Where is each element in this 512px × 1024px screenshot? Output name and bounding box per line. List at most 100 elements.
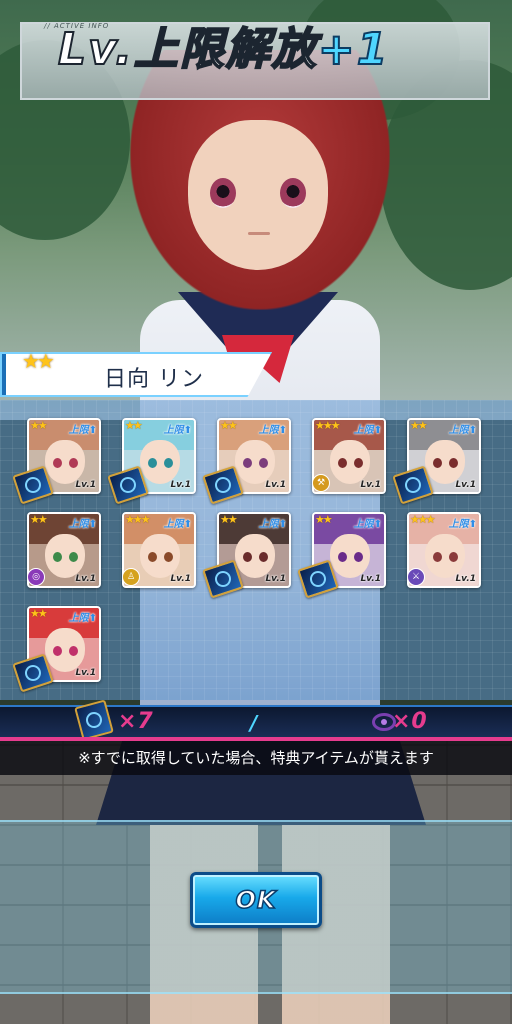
- character-card[interactable]: ★★★ 上限⬆ Lv.1 ⚔: [407, 512, 481, 588]
- card-portrait-eye: [449, 458, 458, 468]
- card-portrait-eye: [449, 552, 458, 562]
- card-level: Lv.1: [455, 574, 476, 584]
- card-portrait-eye: [243, 458, 252, 468]
- card-rarity-stars: ★★: [125, 419, 143, 432]
- card-portrait-face: [235, 440, 275, 484]
- item-count-bar: ×7 / ×0: [0, 699, 512, 741]
- arrow-up-icon: ⬆: [468, 519, 477, 530]
- limit-up-label: 上限: [68, 519, 89, 530]
- mouth: [248, 232, 270, 235]
- card-rarity-stars: ★★: [30, 607, 48, 620]
- card-portrait-face: [45, 628, 85, 672]
- card-rarity-stars: ★★★: [410, 513, 436, 526]
- title-main: Lv.上限解放: [57, 24, 318, 75]
- card-level: Lv.1: [75, 574, 96, 584]
- character-card[interactable]: ★★★ 上限⬆ Lv.1 ♙: [122, 512, 196, 588]
- ok-button[interactable]: OK: [190, 872, 322, 928]
- arrow-up-icon: ⬆: [278, 425, 287, 436]
- title-plus: +1: [317, 24, 390, 75]
- arrow-up-icon: ⬆: [373, 425, 382, 436]
- limit-up-label: 上限: [163, 425, 184, 436]
- arrow-up-icon: ⬆: [88, 425, 97, 436]
- limit-up-label: 上限: [163, 519, 184, 530]
- character-card[interactable]: ★★ 上限⬆ Lv.1: [297, 512, 386, 599]
- card-portrait-eye: [164, 552, 173, 562]
- card-portrait-eye: [243, 552, 252, 562]
- limit-up-badge: 上限⬆: [354, 421, 382, 436]
- card-level: Lv.1: [265, 480, 286, 490]
- card-portrait-eye: [53, 458, 62, 468]
- limit-up-badge: 上限⬆: [354, 515, 382, 530]
- limit-up-label: 上限: [353, 425, 374, 436]
- card-rarity-stars: ★★: [315, 513, 333, 526]
- character-card[interactable]: ★★ 上限⬆ Lv.1 ◎: [27, 512, 101, 588]
- card-level: Lv.1: [170, 574, 191, 584]
- limit-up-badge: 上限⬆: [164, 421, 192, 436]
- character-card[interactable]: ★★ 上限⬆ Lv.1: [107, 418, 196, 505]
- card-level: Lv.1: [360, 574, 381, 584]
- arrow-up-icon: ⬆: [88, 519, 97, 530]
- card-portrait-eye: [164, 458, 173, 468]
- arrow-up-icon: ⬆: [373, 519, 382, 530]
- slash-divider: /: [250, 711, 258, 735]
- target-icon: ◎: [27, 568, 45, 586]
- card-portrait-face: [235, 534, 275, 578]
- card-rarity-stars: ★★★: [315, 419, 341, 432]
- card-rarity-stars: ★★: [410, 419, 428, 432]
- card-portrait-face: [45, 534, 85, 578]
- card-portrait-face: [140, 534, 180, 578]
- limit-up-label: 上限: [258, 519, 279, 530]
- character-card[interactable]: ★★ 上限⬆ Lv.1: [392, 418, 481, 505]
- character-card[interactable]: ★★ 上限⬆ Lv.1: [12, 418, 101, 505]
- card-portrait-eye: [53, 646, 62, 656]
- book-icon: [74, 699, 114, 741]
- character-name: 日向 リン: [104, 367, 204, 392]
- bonus-note: ※すでに取得していた場合、特典アイテムが貰えます: [0, 741, 512, 775]
- card-portrait-eye: [354, 552, 363, 562]
- ok-button-label: OK: [235, 885, 277, 915]
- card-level: Lv.1: [170, 480, 191, 490]
- limit-up-badge: 上限⬆: [164, 515, 192, 530]
- arrow-up-icon: ⬆: [278, 519, 287, 530]
- page-title: Lv.上限解放+1: [57, 27, 389, 73]
- limit-up-label: 上限: [68, 425, 89, 436]
- limit-up-badge: 上限⬆: [259, 515, 287, 530]
- arrow-up-icon: ⬆: [183, 519, 192, 530]
- card-portrait-eye: [53, 552, 62, 562]
- limit-up-label: 上限: [448, 425, 469, 436]
- card-portrait-face: [140, 440, 180, 484]
- limit-up-badge: 上限⬆: [69, 609, 97, 624]
- limit-up-badge: 上限⬆: [449, 421, 477, 436]
- sword-icon: ⚔: [407, 568, 425, 586]
- arrow-up-icon: ⬆: [468, 425, 477, 436]
- arrow-up-icon: ⬆: [183, 425, 192, 436]
- character-card[interactable]: ★★ 上限⬆ Lv.1: [202, 512, 291, 599]
- card-portrait-eye: [148, 458, 157, 468]
- card-level: Lv.1: [75, 668, 96, 678]
- person-icon: ♙: [122, 568, 140, 586]
- limit-up-label: 上限: [68, 613, 89, 624]
- left-eye: [210, 178, 236, 208]
- right-eye: [280, 178, 306, 208]
- character-card[interactable]: ★★★ 上限⬆ Lv.1 ⚒: [312, 418, 386, 494]
- card-portrait-face: [330, 440, 370, 484]
- card-portrait-eye: [338, 458, 347, 468]
- card-portrait-face: [45, 440, 85, 484]
- card-portrait-face: [425, 440, 465, 484]
- card-portrait-eye: [433, 458, 442, 468]
- card-level: Lv.1: [360, 480, 381, 490]
- limit-up-badge: 上限⬆: [259, 421, 287, 436]
- character-face: [188, 120, 328, 270]
- orb-count: ×0: [392, 709, 428, 734]
- character-card[interactable]: ★★ 上限⬆ Lv.1: [202, 418, 291, 505]
- card-portrait-eye: [354, 458, 363, 468]
- card-rarity-stars: ★★: [220, 513, 238, 526]
- card-portrait-eye: [433, 552, 442, 562]
- card-portrait-face: [330, 534, 370, 578]
- character-card[interactable]: ★★ 上限⬆ Lv.1: [12, 606, 101, 693]
- card-portrait-eye: [69, 552, 78, 562]
- rarity-stars: ★★: [22, 349, 55, 373]
- limit-up-label: 上限: [448, 519, 469, 530]
- card-portrait-eye: [69, 646, 78, 656]
- card-rarity-stars: ★★★: [125, 513, 151, 526]
